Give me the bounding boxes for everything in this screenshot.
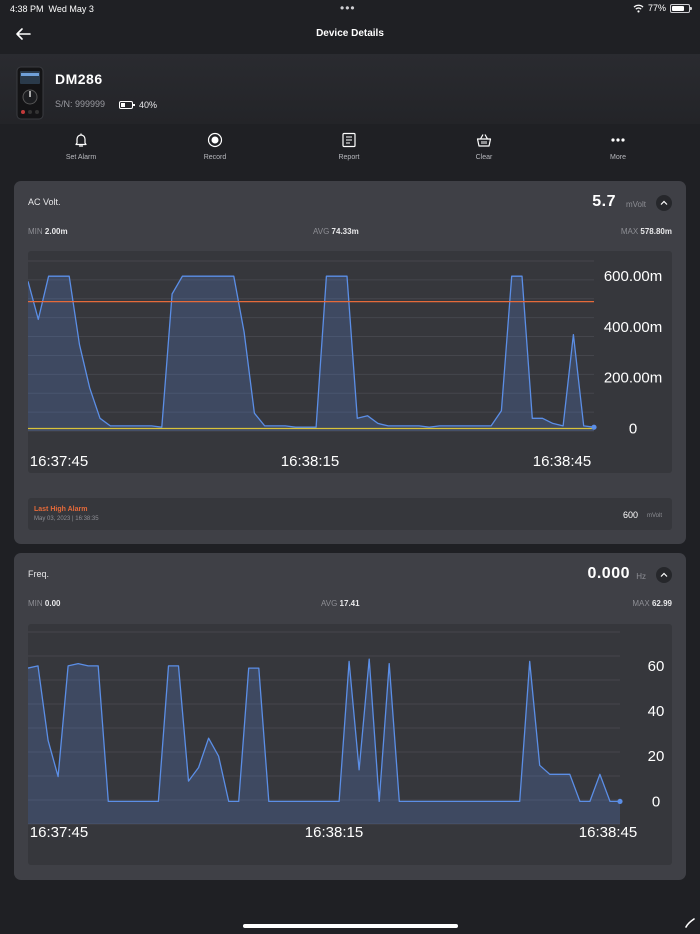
record-label: Record: [203, 154, 227, 161]
clear-button[interactable]: Clear: [444, 128, 524, 161]
freq-value: 0.000: [587, 565, 630, 582]
y-tick-label: 400.00m: [604, 319, 662, 336]
last-alarm-bar: Last High Alarm May 03, 2023 | 16:38:35 …: [28, 498, 672, 530]
chevron-up-icon: [660, 572, 668, 577]
set-alarm-label: Set Alarm: [65, 154, 97, 161]
status-battery-percent: 77%: [647, 3, 666, 13]
y-tick-label: 600.00m: [604, 268, 662, 285]
clear-label: Clear: [475, 154, 493, 161]
ac-volt-card: AC Volt. 5.7 mVolt MIN 2.00m AVG 74.33m …: [14, 181, 686, 544]
y-tick-label: 200.00m: [604, 370, 662, 387]
multimeter-image: [16, 66, 44, 120]
freq-max: MAX 62.99: [632, 599, 672, 608]
last-alarm-date: May 03, 2023 | 16:38:35: [34, 516, 99, 522]
series-area: [28, 276, 594, 431]
record-icon: [207, 132, 223, 148]
ac-volt-collapse-button[interactable]: [656, 195, 672, 211]
ac-volt-value: 5.7: [592, 193, 616, 210]
more-button[interactable]: More: [578, 128, 658, 161]
x-tick-label: 16:38:15: [281, 453, 339, 470]
wifi-icon: [633, 4, 644, 13]
last-alarm-value: 600: [622, 510, 638, 520]
record-button[interactable]: Record: [175, 128, 255, 161]
x-tick-label: 16:37:45: [30, 824, 88, 841]
more-label: More: [610, 154, 626, 161]
basket-icon: [476, 134, 492, 147]
freq-stats: MIN 0.00 AVG 17.41 MAX 62.99: [28, 599, 672, 611]
page-title: Device Details: [316, 28, 384, 39]
freq-card: Freq. 0.000 Hz MIN 0.00 AVG 17.41 MAX 62…: [14, 553, 686, 880]
toolbar: Set Alarm Record Report Clear More: [14, 128, 686, 172]
y-tick-label: 20: [648, 748, 665, 765]
last-alarm-unit: mVolt: [646, 513, 662, 519]
device-battery-icon: [119, 101, 135, 109]
freq-avg: AVG 17.41: [321, 599, 360, 608]
status-time: 4:38 PM Wed May 3: [10, 4, 94, 14]
y-tick-label: 60: [648, 658, 665, 675]
series-area: [28, 659, 620, 824]
current-point: [617, 798, 623, 805]
freq-title: Freq.: [28, 569, 50, 579]
ac-volt-chart: 600.00m 400.00m 200.00m 0 16:37:45 16:38:15 16…: [28, 251, 672, 473]
battery-icon: [670, 3, 692, 13]
device-serial: S/N: 999999: [55, 99, 106, 109]
device-header: DM286 S/N: 999999 40%: [0, 54, 700, 124]
current-point: [591, 424, 597, 430]
x-tick-label: 16:38:15: [305, 824, 363, 841]
x-tick-label: 16:38:45: [579, 824, 637, 841]
x-tick-label: 16:38:45: [533, 453, 591, 470]
device-name: DM286: [55, 71, 103, 87]
set-alarm-button[interactable]: Set Alarm: [41, 128, 121, 161]
y-tick-label: 0: [629, 420, 637, 437]
chevron-up-icon: [660, 200, 668, 205]
chart-svg: 600.00m 400.00m 200.00m 0 16:37:45 16:38:15 16…: [28, 260, 662, 470]
last-alarm-title: Last High Alarm: [34, 506, 88, 513]
ac-volt-stats: MIN 2.00m AVG 74.33m MAX 578.80m: [28, 227, 672, 239]
bell-icon: [75, 133, 87, 147]
y-tick-label: 40: [648, 703, 665, 720]
multitask-dots-icon[interactable]: •••: [340, 1, 356, 15]
freq-min: MIN 0.00: [28, 599, 61, 608]
report-button[interactable]: Report: [309, 128, 389, 161]
freq-unit: Hz: [636, 572, 646, 581]
chart-svg: 60 40 20 0 16:37:45 16:38:15 16:38:45: [28, 631, 665, 841]
pencil-icon[interactable]: [684, 917, 696, 929]
ac-volt-unit: mVolt: [625, 200, 646, 209]
device-battery-percent: 40%: [139, 100, 158, 110]
ac-volt-min: MIN 2.00m: [28, 227, 68, 236]
ac-volt-title: AC Volt.: [28, 197, 61, 207]
more-icon: [611, 138, 625, 142]
home-indicator[interactable]: [243, 924, 458, 928]
y-tick-label: 0: [652, 793, 660, 810]
x-tick-label: 16:37:45: [30, 453, 88, 470]
freq-collapse-button[interactable]: [656, 567, 672, 583]
report-icon: [342, 132, 356, 148]
freq-chart: 60 40 20 0 16:37:45 16:38:15 16:38:45: [28, 624, 672, 865]
status-bar: 4:38 PM Wed May 3 ••• 77%: [0, 0, 700, 18]
ac-volt-avg: AVG 74.33m: [313, 227, 359, 236]
report-label: Report: [338, 154, 360, 161]
nav-bar: Device Details: [0, 18, 700, 50]
ac-volt-max: MAX 578.80m: [620, 227, 672, 236]
